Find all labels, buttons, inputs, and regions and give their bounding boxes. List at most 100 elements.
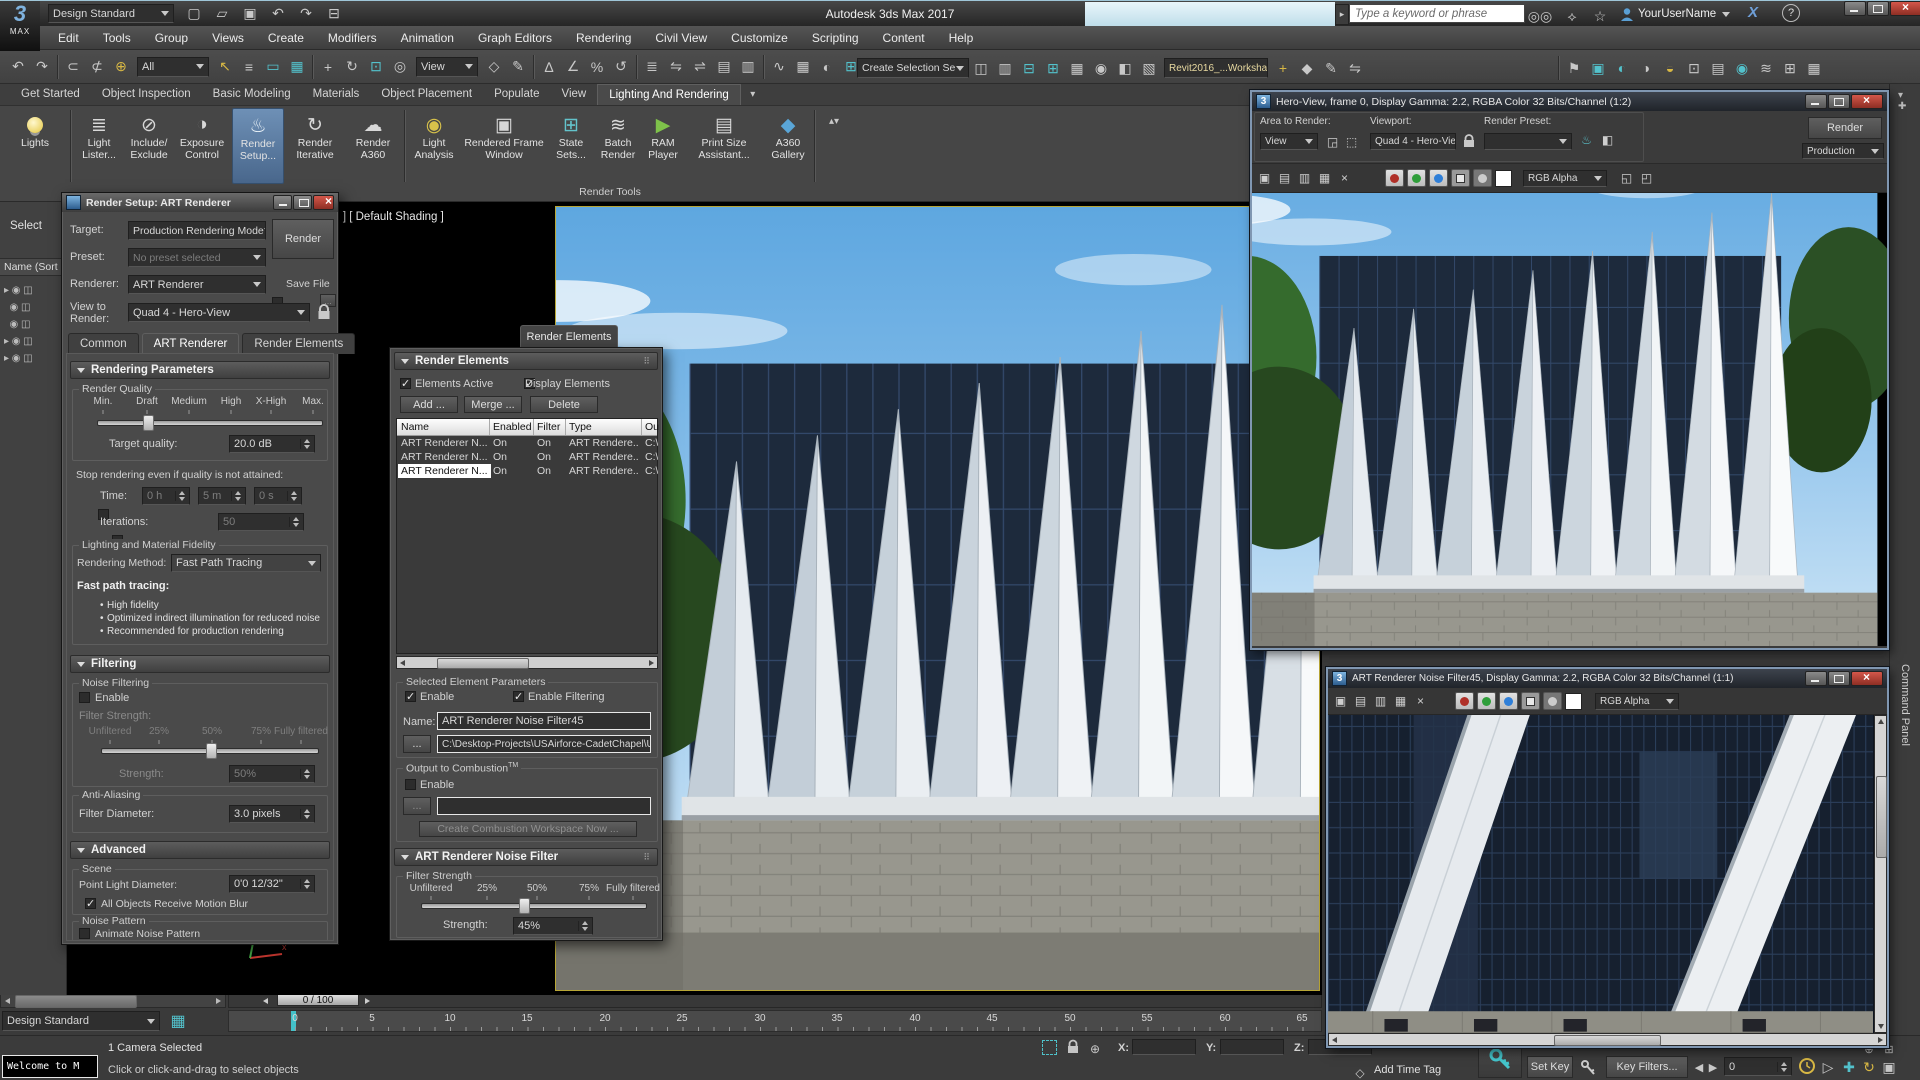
create-combustion-workspace-button[interactable]: Create Combustion Workspace Now ... [419,821,637,837]
elements-active-checkbox[interactable] [400,377,411,390]
nf-slider-handle[interactable] [519,898,530,914]
pin-stack-icon[interactable]: ◆ [1295,55,1319,81]
play-animation-icon[interactable]: ▷ [1820,1054,1836,1080]
combustion-path-field[interactable] [437,797,651,815]
copy-image-icon[interactable]: ▤ [1276,170,1293,186]
table-row-selected[interactable]: ART Renderer N... On On ART Rendere... C… [397,464,658,478]
canvas-vscrollbar[interactable] [1874,715,1887,1033]
col-type[interactable]: Type [569,421,592,433]
selection-lock-icon[interactable] [1066,1038,1080,1054]
menu-scripting[interactable]: Scripting [800,26,871,49]
menu-civil-view[interactable]: Civil View [643,26,719,49]
state-set-icon[interactable]: ▣ [1586,55,1610,81]
combustion-browse-button[interactable]: ... [403,797,431,815]
ribbon-minimize-icon[interactable]: ▴▾ [822,108,846,134]
ribbon-tab-materials[interactable]: Materials [302,84,371,105]
material-editor-icon[interactable]: ◐ [815,54,839,80]
next-key-icon[interactable]: ▶ [1706,1054,1720,1080]
advanced-lighting-icon[interactable]: ▦ [1802,55,1826,81]
red-channel-button[interactable] [1385,169,1404,187]
exposure-icon[interactable]: ▤ [1706,55,1730,81]
maximize-button[interactable] [1828,671,1850,686]
render-flags-icon[interactable]: ⚑ [1562,55,1586,81]
time-seconds-spinner[interactable]: 0 s [254,487,302,505]
material-override-icon[interactable]: ⊡ [1682,55,1706,81]
noise-window-title-bar[interactable]: 3 ART Renderer Noise Filter45, Display G… [1328,669,1887,688]
named-selection-set-field[interactable]: Revit2016_...Worksharing [1164,58,1268,78]
display-toggle-icon[interactable]: ▥ [993,55,1017,81]
redo-icon[interactable]: ↷ [294,3,318,23]
menu-animation[interactable]: Animation [389,26,466,49]
workspace-dropdown[interactable]: Design Standard [48,4,174,23]
element-path-field[interactable]: C:\Desktop-Projects\USAirforce-CadetChap… [437,735,651,753]
light-analysis-button[interactable]: ◉ Light Analysis [408,108,460,184]
select-link-icon[interactable]: ⊂ [61,54,85,80]
align-icon[interactable]: ⇌ [688,54,712,80]
target-quality-spinner[interactable]: 20.0 dB [229,435,315,453]
close-button[interactable] [1851,670,1883,686]
lights-button[interactable]: Lights [4,108,66,184]
redo-icon[interactable]: ↷ [30,54,54,80]
filtering-rollout[interactable]: Filtering [70,655,330,673]
alpha-channel-button[interactable] [1521,692,1540,710]
print-image-icon[interactable]: ▦ [1392,693,1409,709]
blue-channel-button[interactable] [1499,692,1518,710]
time-configuration-clock-icon[interactable] [1798,1057,1816,1075]
target-dropdown[interactable]: Production Rendering Mode [128,221,266,240]
use-pivot-center-icon[interactable]: ◇ [482,54,506,80]
enable-filtering-checkbox[interactable] [513,690,524,703]
light-lister-button[interactable]: ≣ Light Lister... [74,108,124,184]
infocenter-expand[interactable]: ▸ [1335,4,1349,25]
key-filters-button[interactable]: Key Filters... [1606,1056,1688,1078]
render-teapot-a-icon[interactable]: ◐ [1610,55,1634,81]
blue-channel-button[interactable] [1429,169,1448,187]
motion-blur-checkbox[interactable] [85,897,96,910]
a360-gallery-button[interactable]: ◆ A360 Gallery [764,108,812,184]
channel-display-dropdown[interactable]: RGB Alpha [1595,692,1679,710]
prev-key-icon[interactable]: ◀ [1692,1054,1706,1080]
rendering-method-dropdown[interactable]: Fast Path Tracing [171,554,321,572]
include-exclude-button[interactable]: ⊘ Include/ Exclude [126,108,172,184]
select-object-icon[interactable]: ↖ [213,54,237,80]
minimize-button[interactable] [1844,1,1866,16]
help-icon[interactable]: ? [1782,4,1800,22]
render-a360-button[interactable]: ☁ Render A360 [346,108,400,184]
scene-row[interactable]: ▸ ◉ ◫ [4,282,66,299]
viewport-dropdown[interactable]: Quad 4 - Hero-Vie [1370,133,1456,150]
scene-row[interactable]: ◉ ◫ [4,299,66,316]
iterations-field[interactable]: 50 [218,513,304,531]
edit-poly-icon[interactable]: ✎ [1319,55,1343,81]
render-elements-tab[interactable]: Render Elements [520,325,618,348]
menu-modifiers[interactable]: Modifiers [316,26,389,49]
raytrace-icon[interactable]: ⊞ [1778,55,1802,81]
workspace-layers-icon[interactable]: ▦ [166,1008,190,1034]
channel-display-dropdown[interactable]: RGB Alpha [1523,169,1607,187]
tab-art-renderer[interactable]: ART Renderer [141,333,240,354]
keyable-icon[interactable] [1580,1058,1600,1078]
search-input[interactable]: Type a keyword or phrase [1349,4,1525,23]
spinner-snap-icon[interactable]: ↺ [609,54,633,80]
green-channel-button[interactable] [1407,169,1426,187]
element-path-browse-button[interactable]: ... [403,735,431,753]
create-selection-set-dropdown[interactable]: Create Selection Se [857,58,969,78]
render-teapot-b-icon[interactable]: ◑ [1634,55,1658,81]
merge-element-button[interactable]: Merge ... [464,396,522,413]
copy-image-icon[interactable]: ▤ [1352,693,1369,709]
scene-explorer-icon[interactable]: ▥ [736,54,760,80]
render-setup-teapot-icon[interactable]: ♨ [1578,132,1595,148]
nf-strength-spinner[interactable]: 45% [513,917,593,935]
clear-image-icon[interactable]: × [1412,693,1429,709]
green-channel-button[interactable] [1477,692,1496,710]
red-channel-button[interactable] [1455,692,1474,710]
set-key-button[interactable]: Set Key [1527,1056,1573,1078]
menu-customize[interactable]: Customize [719,26,800,49]
close-button[interactable] [1890,0,1920,16]
current-frame-spinner[interactable]: 0 [1724,1057,1792,1076]
color-swatch[interactable] [1565,692,1582,710]
normal-align-icon[interactable]: ▧ [1137,55,1161,81]
exposure-control-button[interactable]: ◑ Exposure Control [174,108,230,184]
preset-dropdown[interactable]: No preset selected [128,248,266,267]
strength-spinner[interactable]: 50% [229,765,315,783]
minimize-button[interactable] [273,195,292,210]
col-output[interactable]: Ou [645,421,659,433]
